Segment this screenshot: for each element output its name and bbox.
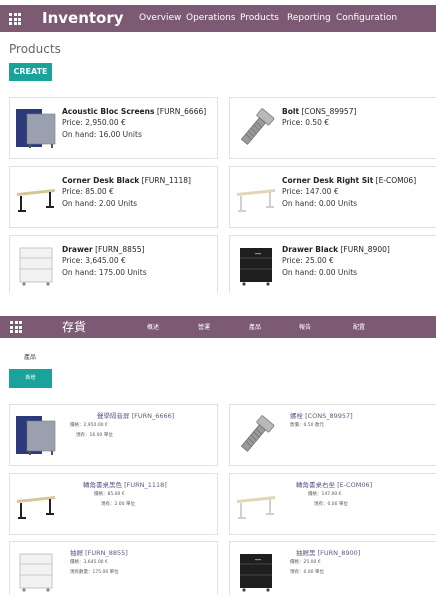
product-name: Bolt [CONS_89957] [282,107,357,116]
product-onhand: On hand: 175.00 Units [62,268,147,277]
product-name: 抽屜 [FURN_8855] [70,549,128,557]
drawer-black-icon [235,244,277,288]
product-name: Drawer [FURN_8855] [62,245,145,254]
product-price: 價格：147.00 € [308,492,342,497]
bolt-icon [235,106,277,150]
apps-menu-icon[interactable] [9,13,21,25]
product-price: 價格：3,645.00 € [70,560,108,565]
create-button[interactable]: 新增 [9,369,52,388]
product-price: Price: 3,645.00 € [62,256,126,265]
menu-operations[interactable]: Operations [186,13,235,23]
menu-products[interactable]: Products [240,13,279,23]
product-name: Drawer Black [FURN_8900] [282,245,390,254]
product-card[interactable]: Acoustic Bloc Screens [FURN_6666] Price:… [9,97,218,159]
inventory-panel-chinese: 存貨 概述 營運 產品 報告 配置 產品 新增 聲學隔音屏 [FURN_6666… [0,316,436,595]
product-card[interactable]: 抽屜黑 [FURN_8900] 價格：25.00 € 現有：0.00 單位 [229,541,436,595]
product-card[interactable]: Drawer [FURN_8855] Price: 3,645.00 € On … [9,235,218,293]
menu-products[interactable]: 產品 [249,322,261,331]
product-card[interactable]: 轉角書桌右坐 [E-COM06] 價格：147.00 € 現有：0.00 單位 [229,473,436,535]
product-price: Price: 2,950.00 € [62,118,126,127]
drawer-white-icon [15,244,57,288]
top-navbar: 存貨 概述 營運 產品 報告 配置 [0,316,436,338]
menu-reporting[interactable]: 報告 [299,322,311,331]
desk-white-icon [235,482,277,526]
product-price: Price: 0.50 € [282,118,330,127]
product-onhand: On hand: 0.00 Units [282,268,358,277]
product-price: 價格：2,950.00 € [70,423,108,428]
product-card[interactable]: 螺栓 [CONS_89957] 售價：0.50 歐元 [229,404,436,466]
product-card[interactable]: 抽屜 [FURN_8855] 價格：3,645.00 € 現有數量：175.00… [9,541,218,595]
product-onhand: On hand: 16.00 Units [62,130,142,139]
product-name: 聲學隔音屏 [FURN_6666] [97,412,175,420]
app-title[interactable]: Inventory [42,9,124,27]
desk-white-icon [235,175,277,219]
product-price: Price: 25.00 € [282,256,334,265]
product-onhand: On hand: 2.00 Units [62,199,138,208]
menu-configuration[interactable]: 配置 [353,322,365,331]
product-name: Corner Desk Black [FURN_1118] [62,176,191,185]
product-onhand: 現有：0.00 單位 [290,570,324,575]
bolt-icon [235,413,277,457]
drawer-white-icon [15,550,57,594]
desk-black-icon [15,482,57,526]
product-price: 售價：0.50 歐元 [290,423,324,428]
product-onhand: 現有數量：175.00 單位 [70,570,119,575]
product-onhand: 現有：0.00 單位 [314,502,348,507]
menu-operations[interactable]: 營運 [198,322,210,331]
product-name: Acoustic Bloc Screens [FURN_6666] [62,107,207,116]
app-title[interactable]: 存貨 [62,318,86,335]
inventory-panel-english: Inventory Overview Operations Products R… [0,0,436,293]
acoustic-screen-icon [15,413,57,457]
product-price: Price: 147.00 € [282,187,339,196]
product-name: 螺栓 [CONS_89957] [290,412,353,420]
product-onhand: On hand: 0.00 Units [282,199,358,208]
product-onhand: 現有：16.00 單位 [76,433,113,438]
menu-reporting[interactable]: Reporting [287,13,331,23]
product-card[interactable]: 聲學隔音屏 [FURN_6666] 價格：2,950.00 € 現有：16.00… [9,404,218,466]
menu-overview[interactable]: 概述 [147,322,159,331]
apps-menu-icon[interactable] [10,321,22,333]
product-card[interactable]: Corner Desk Right Sit [E-COM06] Price: 1… [229,166,436,228]
product-name: 抽屜黑 [FURN_8900] [296,549,361,557]
product-card[interactable]: 轉角書桌黑色 [FURN_1118] 價格：85.00 € 現有：2.00 單位 [9,473,218,535]
desk-black-icon [15,175,57,219]
product-name: Corner Desk Right Sit [E-COM06] [282,176,417,185]
product-price: 價格：85.00 € [94,492,125,497]
breadcrumb: 產品 [24,354,37,361]
product-price: 價格：25.00 € [290,560,321,565]
breadcrumb: Products [9,42,61,56]
menu-configuration[interactable]: Configuration [336,13,397,23]
create-button[interactable]: CREATE [9,63,52,81]
acoustic-screen-icon [15,106,57,150]
product-name: 轉角書桌黑色 [FURN_1118] [83,481,167,489]
product-card[interactable]: Bolt [CONS_89957] Price: 0.50 € [229,97,436,159]
product-price: Price: 85.00 € [62,187,114,196]
menu-overview[interactable]: Overview [139,13,181,23]
product-name: 轉角書桌右坐 [E-COM06] [296,481,373,489]
product-onhand: 現有：2.00 單位 [101,502,135,507]
product-card[interactable]: Corner Desk Black [FURN_1118] Price: 85.… [9,166,218,228]
drawer-black-icon [235,550,277,594]
top-navbar: Inventory Overview Operations Products R… [0,5,436,32]
product-card[interactable]: Drawer Black [FURN_8900] Price: 25.00 € … [229,235,436,293]
